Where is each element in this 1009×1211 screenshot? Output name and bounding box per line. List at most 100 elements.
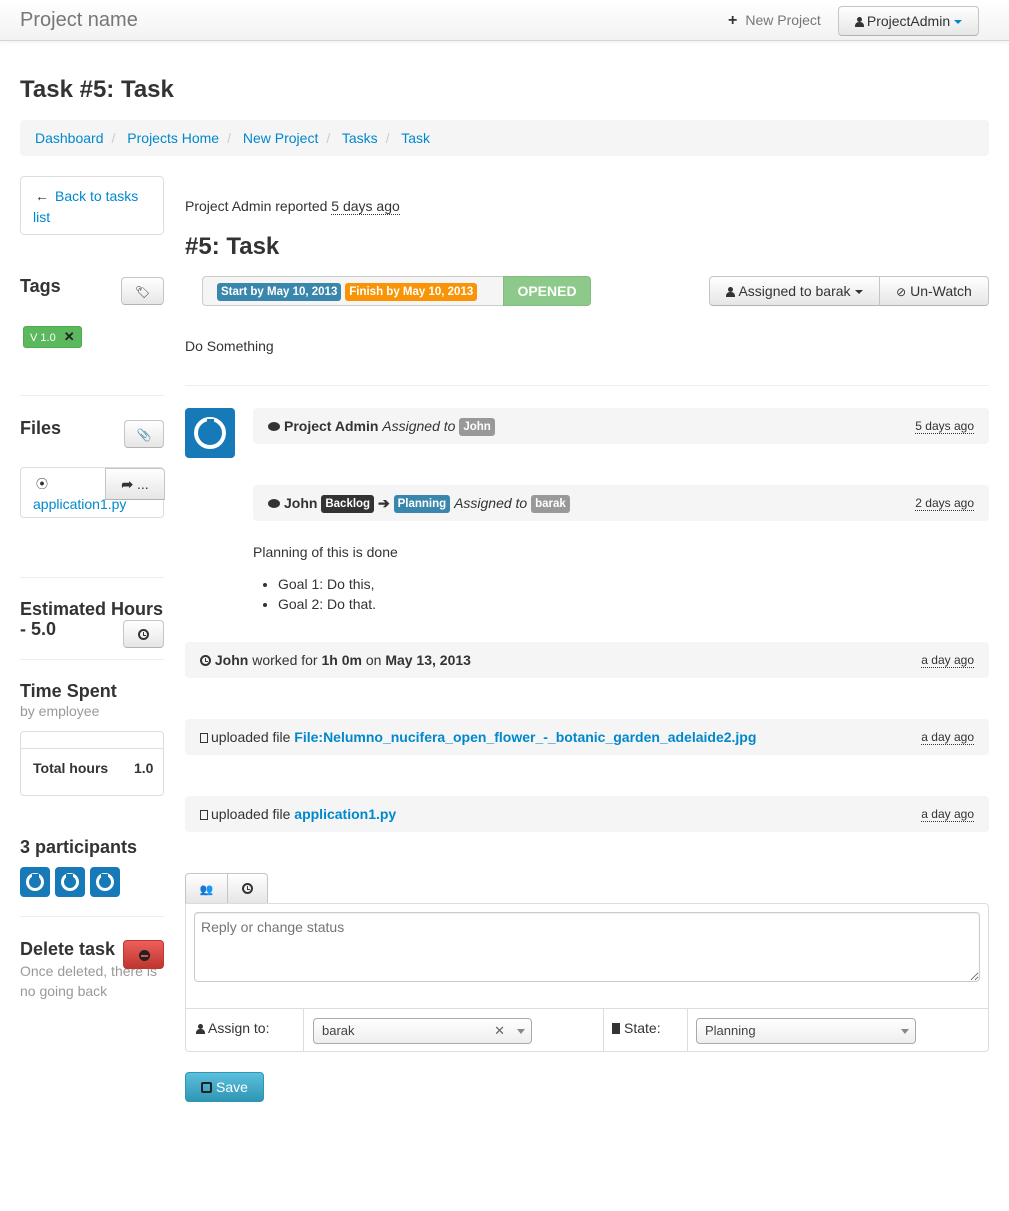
form-divider — [687, 1009, 688, 1051]
eye-slash-icon: ⊘ — [896, 285, 907, 299]
user-icon — [726, 287, 736, 297]
state-select[interactable]: Planning — [696, 1018, 916, 1044]
task-heading: #5: Task — [185, 233, 280, 260]
list-item: Goal 1: Do this, — [278, 574, 376, 594]
clock-icon — [138, 629, 149, 640]
brand[interactable]: Project name — [20, 9, 138, 32]
activity-time: 2 days ago — [915, 496, 974, 511]
upload-text: uploaded file — [211, 806, 291, 822]
upload-text: uploaded file — [211, 729, 291, 745]
save-button[interactable]: Save — [185, 1072, 264, 1102]
breadcrumb-sep: / — [326, 130, 331, 146]
assign-label: Assign to: — [208, 1020, 270, 1036]
tag-label: V 1.0 — [30, 332, 56, 344]
activity-upload: uploaded file File:Nelumno_nucifera_open… — [185, 719, 989, 755]
time-spent-sub: by employee — [20, 703, 100, 719]
form-divider — [303, 1009, 304, 1051]
form-divider — [603, 1009, 604, 1051]
file-link[interactable]: application1.py — [33, 496, 126, 512]
assignee-label: barak — [531, 495, 570, 513]
breadcrumb-task[interactable]: Task — [401, 130, 430, 146]
back-to-tasks-box: ← Back to tasks list — [20, 176, 164, 235]
table-divider — [21, 748, 163, 749]
power-icon — [60, 873, 79, 891]
time-spent-table: Total hours 1.0 — [20, 731, 164, 796]
divider — [20, 395, 164, 396]
plus-icon: + — [728, 12, 738, 29]
task-dates: Start by May 10, 2013 Finish by May 10, … — [202, 276, 504, 306]
time-spent-heading: Time Spent — [20, 681, 117, 701]
new-project-label: New Project — [745, 12, 821, 28]
add-tag-button[interactable]: 🏷 — [121, 277, 164, 305]
total-hours-label: Total hours — [33, 760, 109, 776]
assign-select[interactable]: barak ✕ — [313, 1018, 532, 1044]
share-label: ... — [136, 476, 149, 492]
form-divider — [186, 1008, 988, 1009]
to-state-label: Planning — [393, 495, 451, 513]
download-icon[interactable]: ⦿ — [36, 475, 48, 492]
tab-comment[interactable]: 👥 — [185, 873, 228, 904]
comment-list: Goal 1: Do this, Goal 2: Do that. — [278, 574, 376, 614]
attach-file-button[interactable]: 📎 — [124, 420, 164, 448]
file-icon — [200, 733, 208, 743]
worked-date: May 13, 2013 — [385, 652, 471, 668]
user-menu-button[interactable]: ProjectAdmin — [838, 6, 979, 36]
author-avatar[interactable] — [185, 408, 235, 458]
total-hours-value: 1.0 — [134, 760, 154, 776]
assigned-to-button[interactable]: Assigned to barak — [709, 276, 880, 306]
file-icon — [200, 810, 208, 820]
start-date-label: Start by May 10, 2013 — [217, 283, 342, 301]
activity-time: a day ago — [921, 807, 974, 822]
caret-down-icon — [854, 290, 863, 295]
breadcrumb-new-project[interactable]: New Project — [243, 130, 318, 146]
comment-icon — [268, 422, 280, 431]
uploaded-file-link[interactable]: File:Nelumno_nucifera_open_flower_-_bota… — [294, 729, 756, 745]
user-icon — [196, 1024, 205, 1034]
participant-avatar[interactable] — [20, 867, 50, 897]
state-label-wrap: State: — [612, 1020, 661, 1036]
activity-time: a day ago — [921, 730, 974, 745]
paperclip-icon: 📎 — [136, 428, 152, 442]
state-value: Planning — [705, 1023, 756, 1038]
assign-value: barak — [322, 1023, 355, 1038]
group-icon: 👥 — [199, 884, 214, 896]
unwatch-label: Un-Watch — [910, 283, 972, 299]
worked-duration: 1h 0m — [321, 652, 362, 668]
activity-user: John — [284, 495, 318, 511]
tag-badge: V 1.0 ✕ — [23, 326, 82, 348]
reporter-line: Project Admin reported 5 days ago — [185, 198, 400, 215]
status-badge: OPENED — [503, 276, 591, 306]
reply-textarea[interactable] — [194, 912, 980, 982]
clear-icon[interactable]: ✕ — [494, 1019, 505, 1043]
reporter-text: Project Admin reported — [185, 198, 328, 214]
power-icon — [95, 873, 114, 891]
chevron-down-icon — [901, 1029, 909, 1034]
user-icon — [854, 17, 864, 27]
unwatch-button[interactable]: ⊘ Un-Watch — [879, 276, 989, 306]
breadcrumb-sep: / — [111, 130, 116, 146]
estimate-button[interactable] — [123, 620, 164, 648]
uploaded-file-link[interactable]: application1.py — [294, 806, 396, 822]
remove-tag-icon[interactable]: ✕ — [64, 329, 75, 344]
page-title: Task #5: Task — [20, 76, 174, 103]
share-icon: ➦ — [121, 476, 134, 492]
finish-date-label: Finish by May 10, 2013 — [345, 283, 478, 301]
assign-label-wrap: Assign to: — [196, 1020, 269, 1036]
power-icon — [26, 873, 44, 891]
reported-time: 5 days ago — [331, 198, 400, 215]
arrow-left-icon: ← — [35, 188, 49, 204]
activity-time: 5 days ago — [915, 419, 974, 434]
edit-icon — [201, 1082, 213, 1093]
file-box: ⦿ ➦ ... application1.py — [20, 467, 165, 518]
delete-task-button[interactable] — [123, 940, 164, 969]
participant-avatar[interactable] — [89, 867, 120, 897]
participant-avatar[interactable] — [54, 867, 85, 897]
worked-for-text: worked for — [252, 652, 318, 668]
caret-down-icon — [954, 20, 963, 25]
breadcrumb-tasks[interactable]: Tasks — [342, 130, 378, 146]
tags-heading: Tags — [20, 276, 61, 296]
tab-log-time[interactable] — [227, 873, 268, 904]
new-project-link[interactable]: + New Project — [728, 12, 821, 30]
breadcrumb-projects-home[interactable]: Projects Home — [127, 130, 219, 146]
breadcrumb-dashboard[interactable]: Dashboard — [35, 130, 104, 146]
